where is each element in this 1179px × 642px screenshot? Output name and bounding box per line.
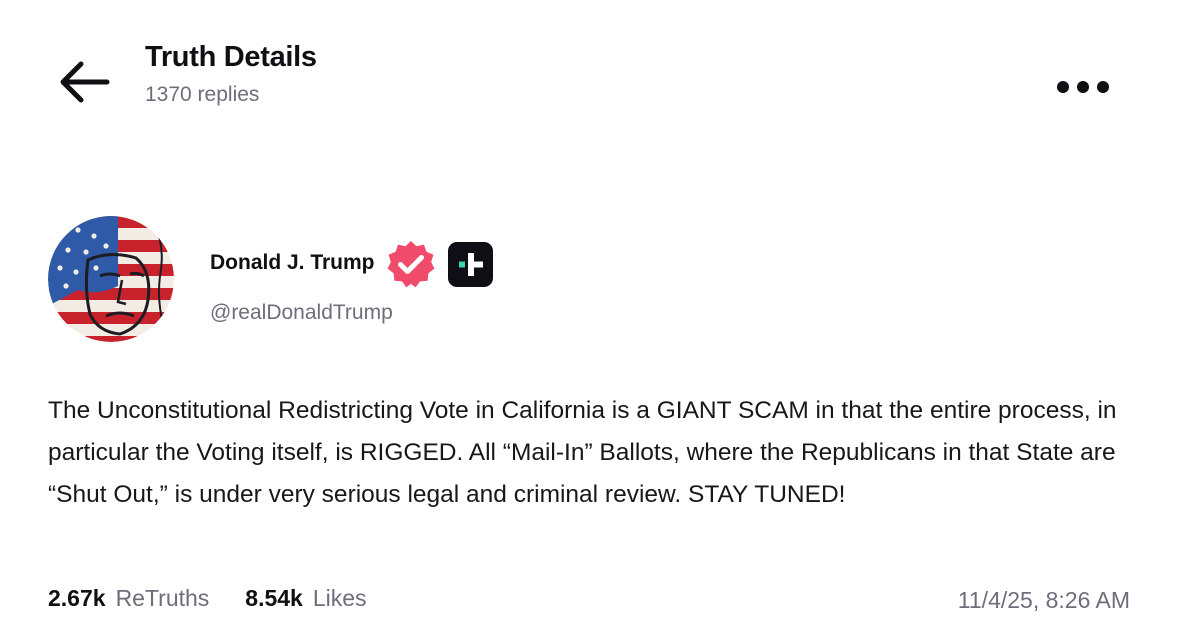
arrow-left-icon <box>60 61 110 103</box>
plus-badge-icon <box>448 242 493 287</box>
likes-count[interactable]: 8.54k <box>245 585 303 612</box>
page-title: Truth Details <box>145 41 317 73</box>
truth-details-page: Truth Details 1370 replies Donald J. Tru… <box>0 0 1179 642</box>
more-options-button[interactable] <box>1050 70 1116 104</box>
avatar[interactable] <box>48 216 174 342</box>
verified-badge-icon <box>386 239 436 289</box>
author-display-name[interactable]: Donald J. Trump <box>210 251 375 275</box>
more-horizontal-icon <box>1057 81 1109 93</box>
avatar-image <box>48 216 174 342</box>
post-stats: 2.67k ReTruths 8.54k Likes <box>48 585 367 612</box>
post-timestamp: 11/4/25, 8:26 AM <box>957 587 1130 613</box>
back-button[interactable] <box>52 54 114 110</box>
author-handle[interactable]: @realDonaldTrump <box>210 301 393 325</box>
post-text: The Unconstitutional Redistricting Vote … <box>48 397 1117 508</box>
retruths-count[interactable]: 2.67k <box>48 585 106 612</box>
retruths-label[interactable]: ReTruths <box>116 585 210 612</box>
likes-label[interactable]: Likes <box>313 585 367 612</box>
replies-count: 1370 replies <box>145 83 260 106</box>
